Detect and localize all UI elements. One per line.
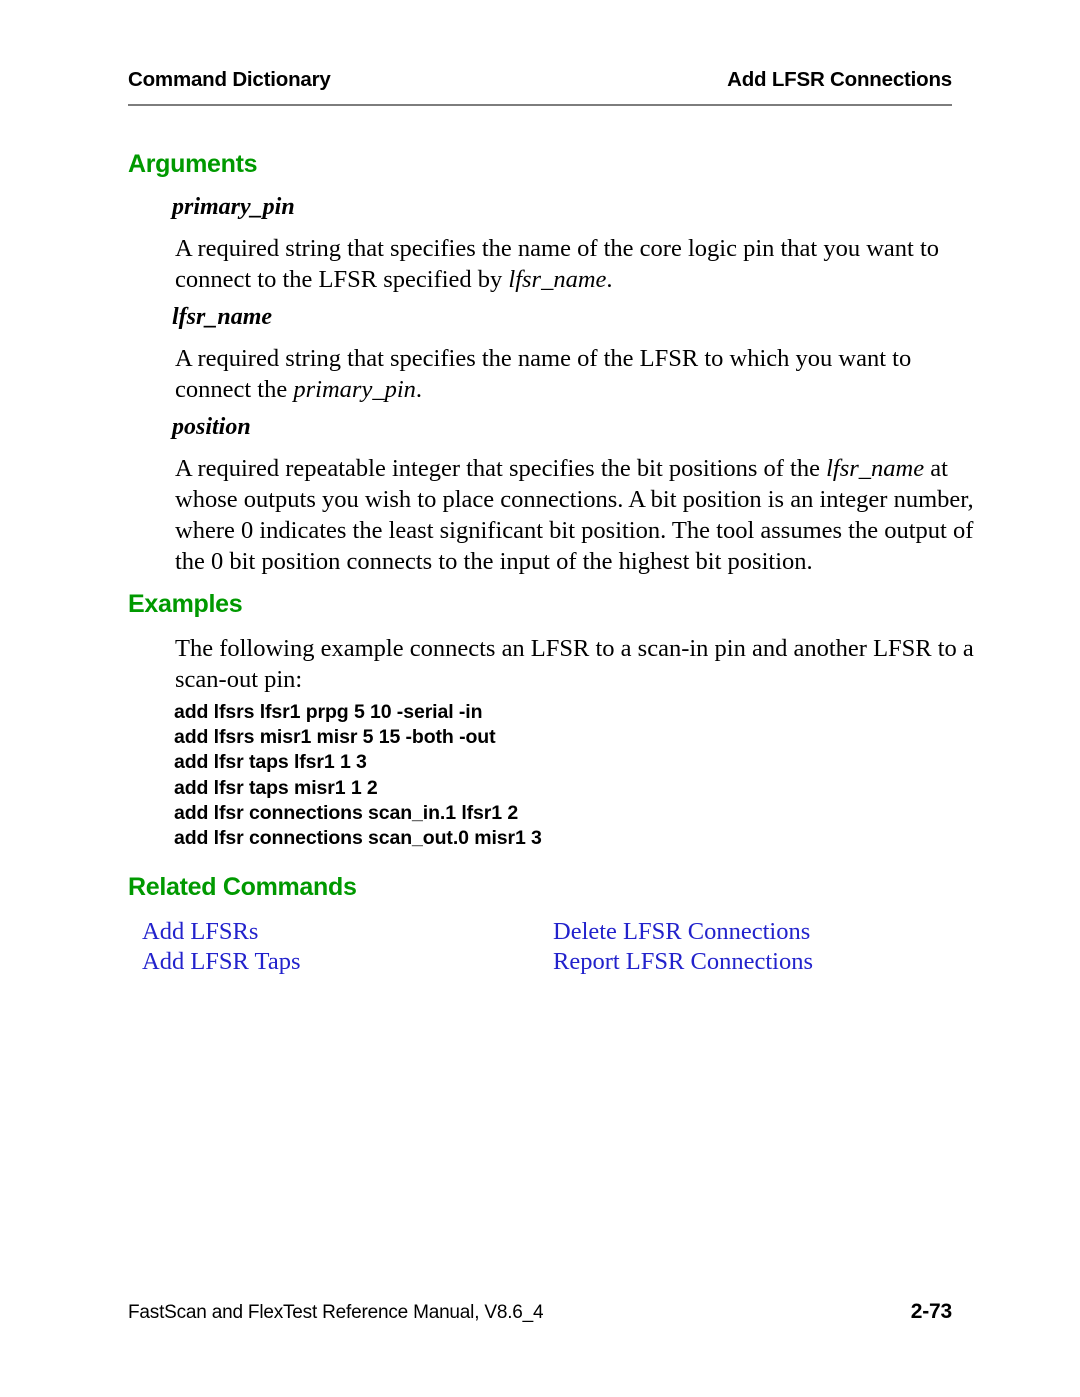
running-header: Command Dictionary Add LFSR Connections (128, 68, 952, 92)
code-line: add lfsr taps misr1 1 2 (174, 776, 378, 799)
related-commands-row: Add LFSR Taps Report LFSR Connections (142, 948, 952, 978)
argument-description-lfsr-name: A required string that specifies the nam… (175, 343, 965, 405)
argument-term-position: position (172, 414, 251, 440)
arg2-text-part1: A required repeatable integer that speci… (175, 455, 827, 482)
arg0-text-part2: . (606, 266, 613, 293)
code-line: add lfsr connections scan_in.1 lfsr1 2 (174, 801, 519, 824)
code-line: add lfsr connections scan_out.0 misr1 3 (174, 827, 542, 850)
code-line: add lfsrs misr1 misr 5 15 -both -out (174, 726, 496, 749)
code-line: add lfsr taps lfsr1 1 3 (174, 751, 367, 774)
code-line: add lfsrs lfsr1 prpg 5 10 -serial -in (174, 701, 483, 723)
example-code-block: add lfsrs lfsr1 prpg 5 10 -serial -in ad… (174, 700, 542, 851)
footer-page-number: 2-73 (910, 1300, 952, 1323)
section-heading-arguments: Arguments (128, 150, 258, 178)
argument-term-primary-pin: primary_pin (172, 194, 295, 220)
footer-manual-title: FastScan and FlexTest Reference Manual, … (128, 1302, 544, 1323)
argument-description-position: A required repeatable integer that speci… (175, 453, 975, 577)
page-footer: FastScan and FlexTest Reference Manual, … (128, 1300, 952, 1324)
arg2-text-italic: lfsr_name (826, 455, 925, 482)
arg1-text-part1: A required string that specifies the nam… (175, 345, 912, 403)
section-heading-related-commands: Related Commands (128, 873, 357, 901)
section-heading-examples: Examples (128, 590, 243, 618)
arg0-text-italic: lfsr_name (508, 266, 607, 293)
running-header-left: Command Dictionary (128, 68, 331, 91)
examples-intro-paragraph: The following example connects an LFSR t… (175, 635, 974, 693)
argument-term-lfsr-name: lfsr_name (172, 304, 273, 330)
running-header-right: Add LFSR Connections (727, 68, 952, 91)
related-link-add-lfsrs[interactable]: Add LFSRs (142, 918, 553, 946)
argument-description-primary-pin: A required string that specifies the nam… (175, 233, 965, 295)
related-link-delete-lfsr-connections[interactable]: Delete LFSR Connections (553, 918, 952, 946)
related-link-report-lfsr-connections[interactable]: Report LFSR Connections (553, 948, 952, 976)
arg1-text-italic: primary_pin (293, 376, 416, 403)
related-link-add-lfsr-taps[interactable]: Add LFSR Taps (142, 948, 553, 976)
header-divider-rule (128, 104, 952, 106)
arg1-text-part2: . (415, 376, 422, 403)
related-commands-row: Add LFSRs Delete LFSR Connections (142, 918, 952, 948)
related-commands-list: Add LFSRs Delete LFSR Connections Add LF… (142, 918, 952, 978)
document-page: Command Dictionary Add LFSR Connections … (0, 0, 1080, 1397)
